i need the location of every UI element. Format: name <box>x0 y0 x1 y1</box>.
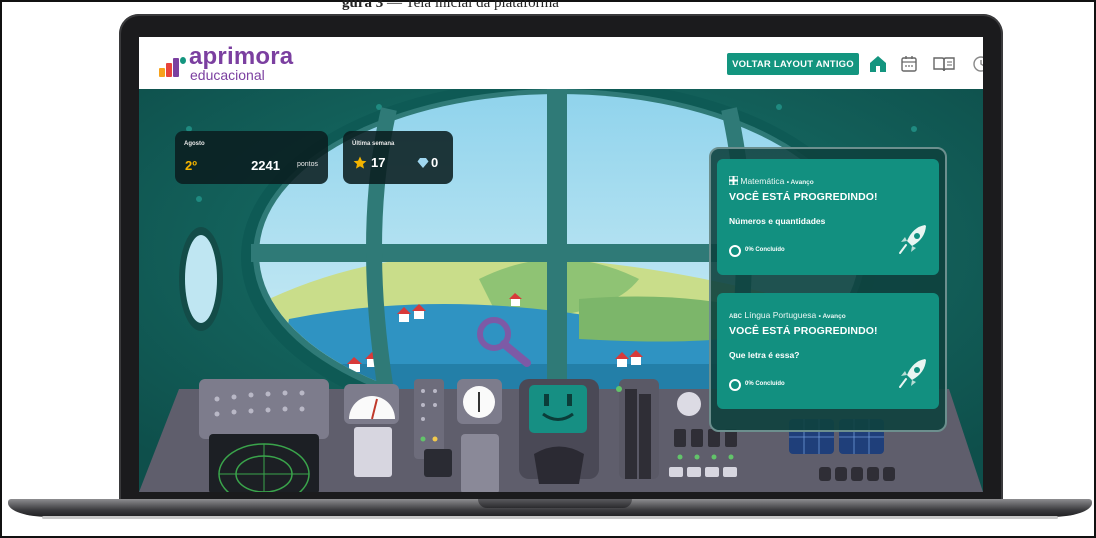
ranking-points-unit: pontos <box>296 161 318 168</box>
course-subject: ABC Língua Portuguesa • Avanço <box>729 310 846 320</box>
progress-panel: Matemática • Avanço VOCÊ ESTÁ PROGREDIND… <box>709 147 947 432</box>
course-progress-text: 0% Concluído <box>745 247 785 253</box>
course-lesson: Números e quantidades <box>729 216 826 226</box>
star-icon <box>353 156 367 169</box>
ranking-card: Agosto 2º 2241 pontos <box>175 131 328 184</box>
ranking-month-label: Agosto <box>184 141 205 147</box>
logo[interactable]: aprimora educacional <box>159 43 339 85</box>
gem-icon <box>417 158 429 168</box>
ranking-position: 2º <box>185 158 197 173</box>
old-layout-button[interactable]: VOLTAR LAYOUT ANTIGO <box>727 53 859 75</box>
week-label: Última semana <box>352 141 395 147</box>
calendar-icon[interactable] <box>899 54 919 74</box>
week-stars: 17 <box>371 155 386 170</box>
progress-ring-icon <box>729 245 741 257</box>
week-card: Última semana 17 0 <box>343 131 453 184</box>
rocket-icon <box>899 225 926 254</box>
home-icon[interactable] <box>868 54 888 74</box>
course-status: VOCÊ ESTÁ PROGREDINDO! <box>729 191 878 203</box>
book-icon[interactable] <box>932 54 956 74</box>
logo-bars-icon <box>159 55 186 77</box>
laptop-foot <box>42 516 1058 519</box>
figure-frame: gura 3 — Tela inicial da plataforma apri… <box>0 0 1096 538</box>
rocket-icon <box>899 359 926 388</box>
week-gems: 0 <box>431 155 439 170</box>
grid-icon <box>728 175 739 186</box>
course-card-math[interactable]: Matemática • Avanço VOCÊ ESTÁ PROGREDIND… <box>717 159 939 275</box>
course-subject: Matemática • Avanço <box>728 175 814 186</box>
app-screen: aprimora educacional VOLTAR LAYOUT ANTIG… <box>139 37 983 492</box>
logo-subtitle: educacional <box>190 67 265 83</box>
course-status: VOCÊ ESTÁ PROGREDINDO! <box>729 325 878 337</box>
spaceship-scene: Agosto 2º 2241 pontos Última semana 17 0 <box>139 89 983 492</box>
course-progress-text: 0% Concluído <box>745 381 785 387</box>
app-header: aprimora educacional VOLTAR LAYOUT ANTIG… <box>139 37 983 89</box>
figure-caption: gura 3 — Tela inicial da plataforma <box>342 0 559 11</box>
ranking-points: 2241 <box>251 158 280 173</box>
progress-ring-icon <box>729 379 741 391</box>
course-lesson: Que letra é essa? <box>729 350 800 360</box>
clock-icon[interactable] <box>971 54 983 74</box>
laptop-notch <box>478 499 632 508</box>
course-card-portuguese[interactable]: ABC Língua Portuguesa • Avanço VOCÊ ESTÁ… <box>717 293 939 409</box>
abc-icon: ABC <box>729 314 742 320</box>
